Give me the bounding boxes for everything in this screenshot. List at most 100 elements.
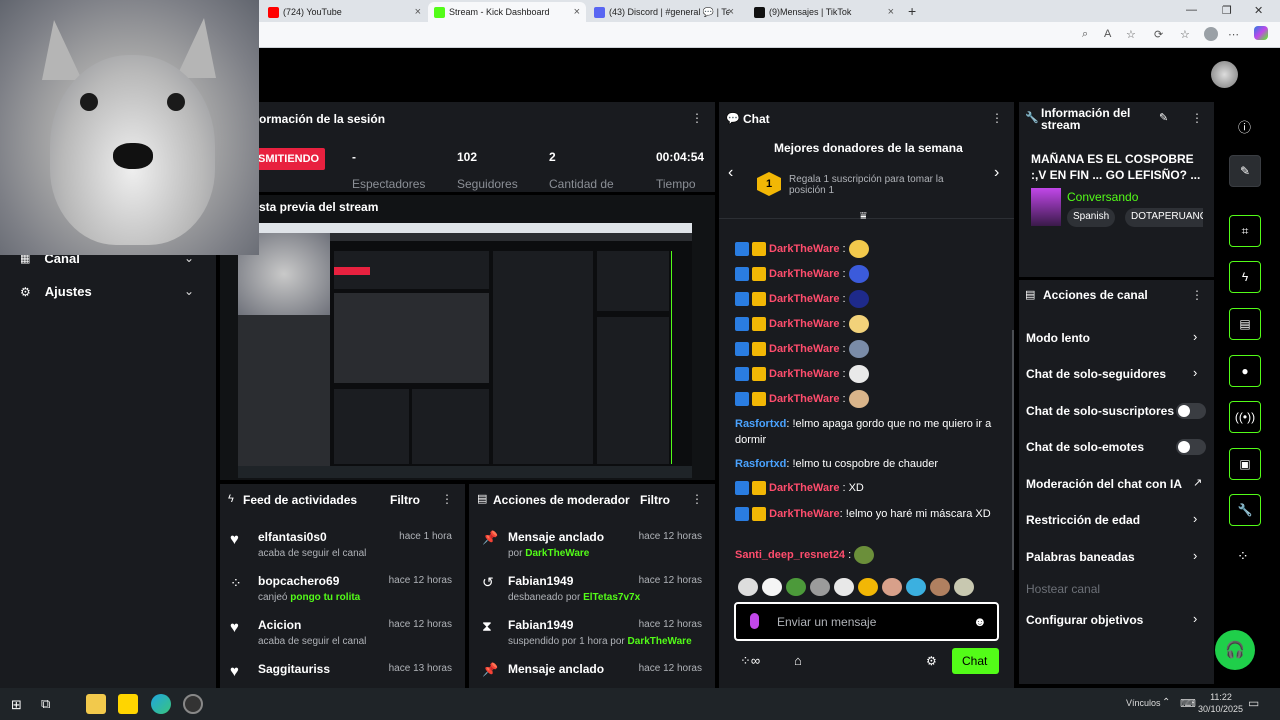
- settings-gear-icon[interactable]: ⚙: [926, 654, 937, 668]
- chevron-left-icon[interactable]: ‹: [728, 164, 733, 182]
- chevron-right-icon[interactable]: ›: [994, 164, 999, 182]
- chat-username[interactable]: DarkTheWare: [769, 318, 840, 330]
- edit-pencil-icon[interactable]: ✎: [1159, 111, 1168, 124]
- edge-browser-icon[interactable]: [151, 694, 171, 714]
- read-aloud-icon[interactable]: A: [1104, 28, 1111, 40]
- broadcast-icon[interactable]: ((•)): [1229, 401, 1261, 433]
- slow-mode-action[interactable]: Modo lento: [1026, 331, 1090, 345]
- more-options-icon[interactable]: ⋮: [691, 492, 703, 506]
- links-toolbar[interactable]: Vínculos: [1126, 698, 1161, 708]
- chat-username[interactable]: DarkTheWare: [769, 243, 840, 255]
- chevron-right-icon[interactable]: ›: [1193, 365, 1197, 380]
- edit-pencil-icon[interactable]: ✎: [1229, 155, 1261, 187]
- moderator-name[interactable]: DarkTheWare: [525, 548, 589, 559]
- more-options-icon[interactable]: ⋮: [1191, 288, 1203, 302]
- chat-send-button[interactable]: Chat: [952, 648, 999, 674]
- keyboard-icon[interactable]: ⌨: [1180, 697, 1196, 710]
- emote-icon[interactable]: [786, 578, 806, 596]
- mod-filter-button[interactable]: Filtro: [640, 493, 670, 507]
- obs-icon[interactable]: [183, 694, 203, 714]
- close-icon[interactable]: ×: [415, 6, 421, 18]
- chat-username[interactable]: DarkTheWare: [769, 293, 840, 305]
- category-name[interactable]: Conversando: [1067, 190, 1138, 204]
- chat-username[interactable]: DarkTheWare: [769, 393, 840, 405]
- user-avatar[interactable]: [1211, 61, 1238, 88]
- minimize-icon[interactable]: —: [1186, 4, 1197, 16]
- emote-icon[interactable]: [738, 578, 758, 596]
- goals-action[interactable]: Configurar objetivos: [1026, 613, 1143, 627]
- kick-points-icon[interactable]: ⁘∞: [740, 653, 760, 669]
- file-explorer-icon[interactable]: [86, 694, 106, 714]
- close-window-icon[interactable]: ✕: [1254, 4, 1263, 17]
- emote-icon[interactable]: [906, 578, 926, 596]
- emote-icon[interactable]: [762, 578, 782, 596]
- emote-icon[interactable]: [930, 578, 950, 596]
- tab-youtube[interactable]: (724) YouTube ×: [262, 2, 427, 22]
- moderator-name[interactable]: DarkTheWare: [628, 636, 692, 647]
- info-icon[interactable]: ⓘ: [1238, 117, 1251, 136]
- chat-username[interactable]: DarkTheWare: [769, 268, 840, 280]
- emote-icon[interactable]: [882, 578, 902, 596]
- more-options-icon[interactable]: ⋮: [1191, 111, 1203, 125]
- clock-time[interactable]: 11:22: [1201, 692, 1241, 702]
- close-icon[interactable]: ×: [728, 6, 734, 18]
- chevron-right-icon[interactable]: ›: [1193, 611, 1197, 626]
- tab-discord[interactable]: (43) Discord | #general 💬 | Teta... ×: [588, 2, 740, 22]
- document-icon[interactable]: ▤: [1229, 308, 1261, 340]
- chat-username[interactable]: DarkTheWare: [769, 343, 840, 355]
- stream-preview-video[interactable]: [238, 223, 692, 478]
- moderator-name[interactable]: ElTetas7v7x: [583, 592, 640, 603]
- windows-start-icon[interactable]: ⊞: [11, 697, 22, 713]
- wrench-icon[interactable]: 🔧: [1229, 494, 1261, 526]
- media-icon[interactable]: ▣: [1229, 448, 1261, 480]
- close-icon[interactable]: ×: [574, 6, 580, 18]
- chat-scrollbar[interactable]: [1012, 330, 1014, 570]
- chevron-down-icon[interactable]: ⌄: [184, 284, 194, 298]
- scan-icon[interactable]: ⌗: [1229, 215, 1261, 247]
- lightning-icon[interactable]: ϟ: [1229, 261, 1261, 293]
- maximize-icon[interactable]: ❐: [1222, 4, 1232, 17]
- collections-icon[interactable]: ☆: [1180, 28, 1190, 41]
- support-headset-button[interactable]: 🎧: [1215, 630, 1255, 670]
- close-icon[interactable]: ×: [888, 6, 894, 18]
- chat-bubble-icon[interactable]: ●: [1229, 355, 1261, 387]
- kick-points-icon[interactable]: ⁘: [1237, 548, 1249, 565]
- chat-username[interactable]: DarkTheWare: [769, 368, 840, 380]
- emotes-only-toggle[interactable]: [1176, 439, 1206, 455]
- chevron-right-icon[interactable]: ›: [1193, 511, 1197, 526]
- more-options-icon[interactable]: ⋮: [991, 111, 1003, 125]
- subscribers-only-toggle[interactable]: [1176, 403, 1206, 419]
- new-tab-button[interactable]: +: [908, 3, 916, 19]
- sticky-notes-icon[interactable]: [118, 694, 138, 714]
- chevron-up-icon[interactable]: ⌃: [1162, 697, 1170, 708]
- external-link-icon[interactable]: ↗: [1193, 476, 1202, 489]
- filter-icon[interactable]: ⩸: [860, 210, 867, 223]
- microphone-icon[interactable]: [750, 613, 759, 629]
- chevron-right-icon[interactable]: ›: [1193, 329, 1197, 344]
- chat-username[interactable]: Rasfortxd: [735, 418, 786, 430]
- emote-icon[interactable]: [858, 578, 878, 596]
- chevron-right-icon[interactable]: ›: [1193, 548, 1197, 563]
- zoom-icon[interactable]: ⌕: [1082, 28, 1088, 41]
- emote-icon[interactable]: [954, 578, 974, 596]
- emote-icon[interactable]: [834, 578, 854, 596]
- copilot-icon[interactable]: [1254, 26, 1268, 40]
- ai-moderation-action[interactable]: Moderación del chat con IA: [1026, 477, 1182, 491]
- emoji-picker-icon[interactable]: ☻: [973, 614, 987, 629]
- chat-username[interactable]: Santi_deep_resnet24: [735, 549, 845, 561]
- chat-username[interactable]: Rasfortxd: [735, 458, 786, 470]
- chat-username[interactable]: DarkTheWare: [769, 508, 840, 520]
- tab-kick-dashboard[interactable]: Stream - Kick Dashboard ×: [428, 2, 586, 22]
- chat-username[interactable]: DarkTheWare: [769, 482, 840, 494]
- refresh-icon[interactable]: ⟳: [1154, 28, 1163, 41]
- clock-date[interactable]: 30/10/2025: [1198, 704, 1243, 714]
- activity-filter-button[interactable]: Filtro: [390, 493, 420, 507]
- sidebar-item-ajustes[interactable]: ⚙ Ajustes: [20, 284, 92, 299]
- banned-words-action[interactable]: Palabras baneadas: [1026, 550, 1135, 564]
- store-icon[interactable]: ⌂: [794, 653, 802, 668]
- more-menu-icon[interactable]: ⋯: [1228, 28, 1239, 41]
- favorite-star-icon[interactable]: ☆: [1126, 28, 1136, 41]
- followers-only-action[interactable]: Chat de solo-seguidores: [1026, 367, 1166, 381]
- age-restriction-action[interactable]: Restricción de edad: [1026, 513, 1140, 527]
- tab-tiktok[interactable]: (9)Mensajes | TikTok ×: [748, 2, 900, 22]
